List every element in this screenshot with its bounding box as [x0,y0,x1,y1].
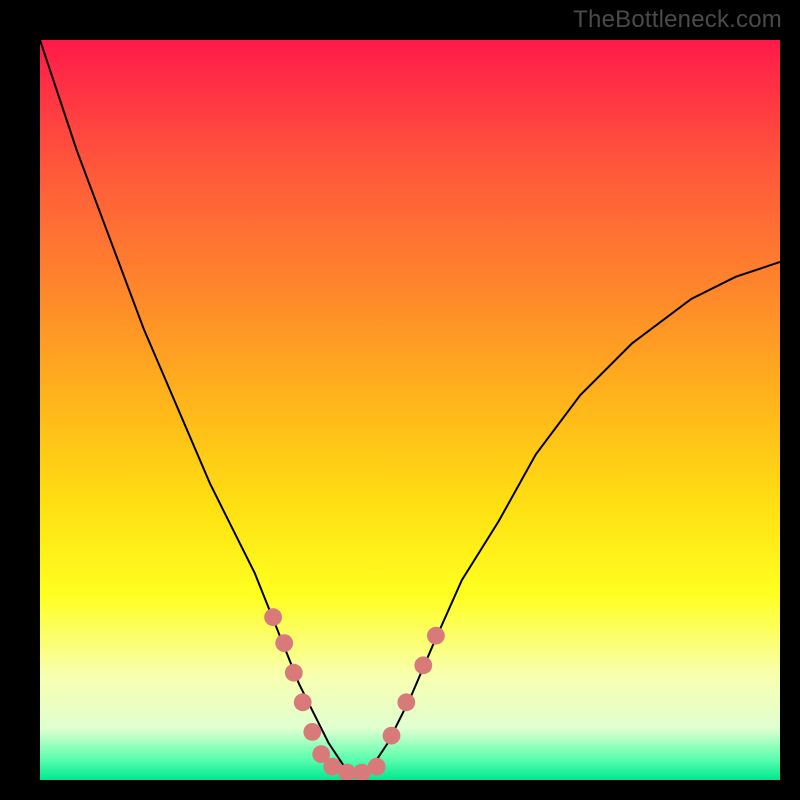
curve-markers [264,608,445,780]
curve-marker [368,758,386,776]
curve-marker [427,627,445,645]
plot-area [40,40,780,780]
curve-marker [397,693,415,711]
watermark-label: TheBottleneck.com [573,6,782,34]
curve-marker [275,634,293,652]
curve-marker [414,656,432,674]
curve-marker [294,693,312,711]
curve-layer [40,40,780,780]
curve-marker [264,608,282,626]
curve-marker [383,727,401,745]
chart-frame: TheBottleneck.com [0,0,800,800]
curve-marker [285,664,303,682]
curve-marker [303,723,321,741]
bottleneck-curve [40,40,780,773]
